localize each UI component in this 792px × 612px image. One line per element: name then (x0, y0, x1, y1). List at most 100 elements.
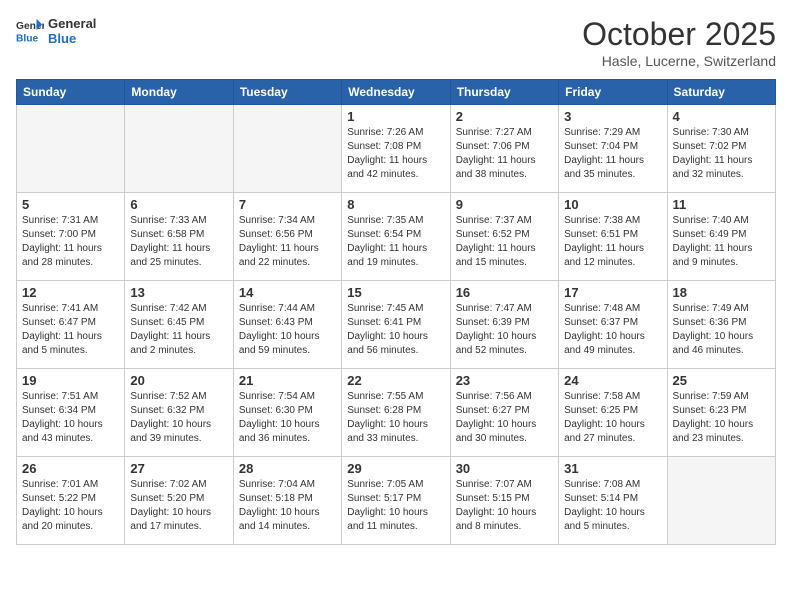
logo-icon: General Blue (16, 17, 44, 45)
calendar-cell: 24 Sunrise: 7:58 AM Sunset: 6:25 PM Dayli… (559, 369, 667, 457)
calendar-cell: 22Sunrise: 7:55 AM Sunset: 6:28 PM Dayli… (342, 369, 450, 457)
calendar-cell: 1 Sunrise: 7:26 AM Sunset: 7:08 PM Daylig… (342, 105, 450, 193)
calendar-cell (17, 105, 125, 193)
day-info: Sunrise: 7:49 AM Sunset: 6:36 PM Dayligh… (673, 302, 770, 358)
weekday-header-saturday: Saturday (667, 80, 775, 105)
calendar-cell: 4 Sunrise: 7:30 AM Sunset: 7:02 PM Daylig… (667, 105, 775, 193)
calendar-cell: 14Sunrise: 7:44 AM Sunset: 6:43 PM Dayli… (233, 281, 341, 369)
calendar-cell: 18Sunrise: 7:49 AM Sunset: 6:36 PM Dayli… (667, 281, 775, 369)
day-info: Sunrise: 7:44 AM Sunset: 6:43 PM Dayligh… (239, 302, 336, 358)
calendar-cell: 29 Sunrise: 7:05 AM Sunset: 5:17 PM Dayli… (342, 457, 450, 545)
calendar-cell (667, 457, 775, 545)
title-area: October 2025 Hasle, Lucerne, Switzerland (582, 16, 776, 69)
calendar-week-row-2: 5 Sunrise: 7:31 AM Sunset: 7:00 PM Daylig… (17, 193, 776, 281)
day-number: 13 (130, 285, 227, 300)
day-info: Sunrise: 7:26 AM Sunset: 7:08 PM Dayligh… (347, 126, 444, 182)
day-info: Sunrise: 7:38 AM Sunset: 6:51 PM Dayligh… (564, 214, 661, 270)
day-info: Sunrise: 7:52 AM Sunset: 6:32 PM Dayligh… (130, 390, 227, 446)
day-number: 4 (673, 109, 770, 124)
calendar-cell: 7 Sunrise: 7:34 AM Sunset: 6:56 PM Daylig… (233, 193, 341, 281)
day-info: Sunrise: 7:56 AM Sunset: 6:27 PM Dayligh… (456, 390, 553, 446)
day-number: 20 (130, 373, 227, 388)
day-info: Sunrise: 7:30 AM Sunset: 7:02 PM Dayligh… (673, 126, 770, 182)
day-info: Sunrise: 7:05 AM Sunset: 5:17 PM Dayligh… (347, 478, 444, 534)
weekday-header-monday: Monday (125, 80, 233, 105)
calendar-cell: 13 Sunrise: 7:42 AM Sunset: 6:45 PM Dayli… (125, 281, 233, 369)
calendar-cell: 16Sunrise: 7:47 AM Sunset: 6:39 PM Dayli… (450, 281, 558, 369)
day-number: 21 (239, 373, 336, 388)
day-number: 7 (239, 197, 336, 212)
logo-text-general: General (48, 16, 96, 31)
calendar-cell: 2Sunrise: 7:27 AM Sunset: 7:06 PM Daylig… (450, 105, 558, 193)
calendar-cell: 19 Sunrise: 7:51 AM Sunset: 6:34 PM Dayli… (17, 369, 125, 457)
svg-text:Blue: Blue (16, 33, 39, 44)
day-number: 30 (456, 461, 553, 476)
calendar-cell: 20 Sunrise: 7:52 AM Sunset: 6:32 PM Dayli… (125, 369, 233, 457)
day-number: 15 (347, 285, 444, 300)
day-info: Sunrise: 7:35 AM Sunset: 6:54 PM Dayligh… (347, 214, 444, 270)
day-number: 17 (564, 285, 661, 300)
day-info: Sunrise: 7:48 AM Sunset: 6:37 PM Dayligh… (564, 302, 661, 358)
day-number: 26 (22, 461, 119, 476)
day-info: Sunrise: 7:42 AM Sunset: 6:45 PM Dayligh… (130, 302, 227, 358)
day-info: Sunrise: 7:01 AM Sunset: 5:22 PM Dayligh… (22, 478, 119, 534)
calendar-week-row-4: 19 Sunrise: 7:51 AM Sunset: 6:34 PM Dayli… (17, 369, 776, 457)
calendar-cell: 15 Sunrise: 7:45 AM Sunset: 6:41 PM Dayli… (342, 281, 450, 369)
day-number: 23 (456, 373, 553, 388)
calendar-cell: 31 Sunrise: 7:08 AM Sunset: 5:14 PM Dayli… (559, 457, 667, 545)
day-number: 2 (456, 109, 553, 124)
day-info: Sunrise: 7:31 AM Sunset: 7:00 PM Dayligh… (22, 214, 119, 270)
day-info: Sunrise: 7:45 AM Sunset: 6:41 PM Dayligh… (347, 302, 444, 358)
day-info: Sunrise: 7:40 AM Sunset: 6:49 PM Dayligh… (673, 214, 770, 270)
weekday-header-thursday: Thursday (450, 80, 558, 105)
day-number: 24 (564, 373, 661, 388)
calendar-cell: 3 Sunrise: 7:29 AM Sunset: 7:04 PM Daylig… (559, 105, 667, 193)
logo-text-blue: Blue (48, 31, 96, 46)
page-header: General Blue General Blue October 2025 H… (16, 16, 776, 69)
calendar-cell: 26 Sunrise: 7:01 AM Sunset: 5:22 PM Dayli… (17, 457, 125, 545)
day-number: 28 (239, 461, 336, 476)
day-info: Sunrise: 7:07 AM Sunset: 5:15 PM Dayligh… (456, 478, 553, 534)
day-number: 1 (347, 109, 444, 124)
day-number: 27 (130, 461, 227, 476)
weekday-header-wednesday: Wednesday (342, 80, 450, 105)
calendar-cell: 5 Sunrise: 7:31 AM Sunset: 7:00 PM Daylig… (17, 193, 125, 281)
day-info: Sunrise: 7:41 AM Sunset: 6:47 PM Dayligh… (22, 302, 119, 358)
weekday-header-sunday: Sunday (17, 80, 125, 105)
calendar-cell (233, 105, 341, 193)
day-number: 12 (22, 285, 119, 300)
calendar-cell: 25Sunrise: 7:59 AM Sunset: 6:23 PM Dayli… (667, 369, 775, 457)
day-number: 29 (347, 461, 444, 476)
day-number: 3 (564, 109, 661, 124)
month-title: October 2025 (582, 16, 776, 53)
calendar-week-row-1: 1 Sunrise: 7:26 AM Sunset: 7:08 PM Daylig… (17, 105, 776, 193)
day-info: Sunrise: 7:02 AM Sunset: 5:20 PM Dayligh… (130, 478, 227, 534)
day-number: 10 (564, 197, 661, 212)
calendar-cell: 12 Sunrise: 7:41 AM Sunset: 6:47 PM Dayli… (17, 281, 125, 369)
day-info: Sunrise: 7:33 AM Sunset: 6:58 PM Dayligh… (130, 214, 227, 270)
calendar-cell: 30 Sunrise: 7:07 AM Sunset: 5:15 PM Dayli… (450, 457, 558, 545)
logo: General Blue General Blue (16, 16, 96, 46)
day-number: 22 (347, 373, 444, 388)
day-number: 16 (456, 285, 553, 300)
calendar-cell: 11 Sunrise: 7:40 AM Sunset: 6:49 PM Dayli… (667, 193, 775, 281)
weekday-header-friday: Friday (559, 80, 667, 105)
day-info: Sunrise: 7:58 AM Sunset: 6:25 PM Dayligh… (564, 390, 661, 446)
calendar-table: SundayMondayTuesdayWednesdayThursdayFrid… (16, 79, 776, 545)
day-info: Sunrise: 7:51 AM Sunset: 6:34 PM Dayligh… (22, 390, 119, 446)
calendar-cell: 27 Sunrise: 7:02 AM Sunset: 5:20 PM Dayli… (125, 457, 233, 545)
calendar-cell: 23 Sunrise: 7:56 AM Sunset: 6:27 PM Dayli… (450, 369, 558, 457)
day-info: Sunrise: 7:54 AM Sunset: 6:30 PM Dayligh… (239, 390, 336, 446)
day-number: 31 (564, 461, 661, 476)
day-number: 8 (347, 197, 444, 212)
day-number: 5 (22, 197, 119, 212)
day-info: Sunrise: 7:29 AM Sunset: 7:04 PM Dayligh… (564, 126, 661, 182)
day-number: 6 (130, 197, 227, 212)
day-number: 19 (22, 373, 119, 388)
day-info: Sunrise: 7:08 AM Sunset: 5:14 PM Dayligh… (564, 478, 661, 534)
day-number: 9 (456, 197, 553, 212)
day-info: Sunrise: 7:34 AM Sunset: 6:56 PM Dayligh… (239, 214, 336, 270)
day-number: 11 (673, 197, 770, 212)
location-subtitle: Hasle, Lucerne, Switzerland (582, 53, 776, 69)
day-info: Sunrise: 7:04 AM Sunset: 5:18 PM Dayligh… (239, 478, 336, 534)
